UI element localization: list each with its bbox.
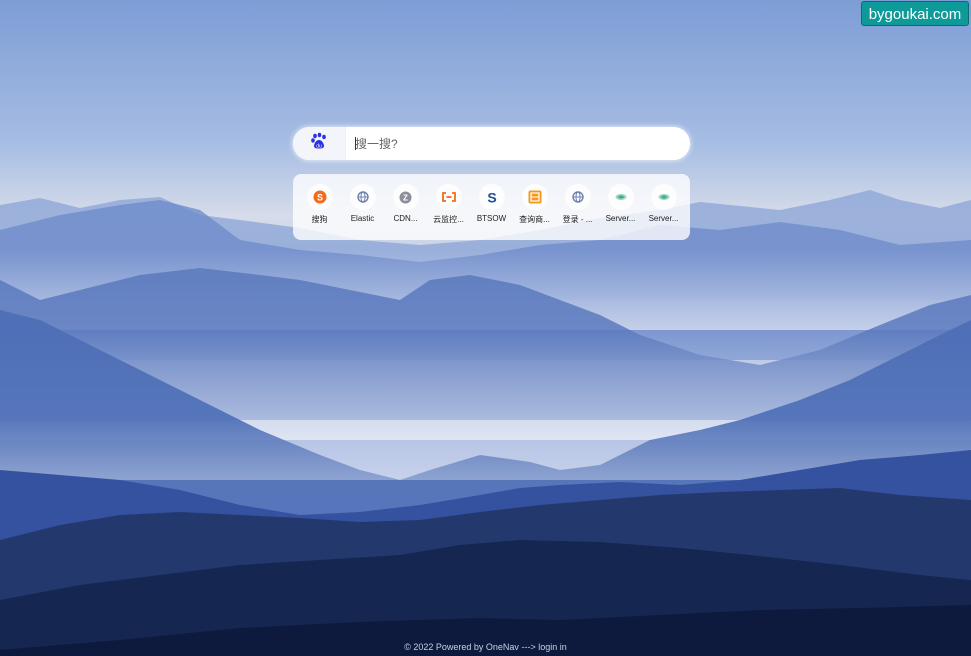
quick-link-label: Server... — [605, 214, 636, 223]
search-bar: du — [293, 127, 690, 160]
quick-link-label: BTSOW — [476, 214, 507, 223]
quick-link-sogou[interactable]: S 搜狗 — [298, 184, 341, 240]
site-watermark: bygoukai.com — [861, 1, 969, 26]
sogou-icon: S — [306, 184, 333, 210]
baidu-paw-icon: du — [310, 132, 328, 155]
quick-link-label: 登录 - ... — [562, 215, 593, 224]
server-icon — [650, 184, 677, 210]
server-icon — [607, 184, 634, 210]
quick-link-label: 云监控... — [433, 215, 464, 224]
quick-link-query[interactable]: 查询商... — [513, 184, 556, 240]
login-link[interactable]: login in — [538, 642, 567, 652]
footer-copyright: © 2022 Powered by OneNav — [404, 642, 519, 652]
quick-link-login[interactable]: 登录 - ... — [556, 184, 599, 240]
btsow-icon: S — [478, 184, 505, 210]
quick-links-panel: S 搜狗 Elastic Z CDN... 云监控... S BTSOW 查询商… — [293, 174, 690, 240]
search-input[interactable] — [346, 127, 690, 160]
quick-link-label: CDN... — [393, 214, 418, 223]
quick-link-label: 查询商... — [519, 215, 550, 224]
quick-link-elastic[interactable]: Elastic — [341, 184, 384, 240]
search-engine-selector[interactable]: du — [293, 127, 346, 160]
quick-link-server-1[interactable]: Server... — [599, 184, 642, 240]
quick-link-label: Elastic — [350, 214, 375, 223]
query-icon — [521, 184, 548, 210]
quick-link-btsow[interactable]: S BTSOW — [470, 184, 513, 240]
svg-text:du: du — [316, 143, 322, 149]
cdn-icon: Z — [392, 184, 419, 210]
cloud-monitor-icon — [435, 184, 462, 210]
svg-text:Z: Z — [403, 193, 408, 202]
quick-link-cloud-monitor[interactable]: 云监控... — [427, 184, 470, 240]
svg-text:S: S — [316, 193, 322, 203]
globe-icon — [564, 184, 591, 210]
footer: © 2022 Powered by OneNav ---> login in — [0, 642, 971, 652]
quick-link-label: 搜狗 — [311, 215, 328, 224]
quick-link-cdn[interactable]: Z CDN... — [384, 184, 427, 240]
background-landscape — [0, 0, 971, 656]
footer-arrow: ---> — [521, 642, 536, 652]
globe-icon — [349, 184, 376, 210]
quick-link-server-2[interactable]: Server... — [642, 184, 685, 240]
svg-text:S: S — [487, 190, 496, 204]
text-caret — [355, 137, 356, 150]
quick-link-label: Server... — [648, 214, 679, 223]
